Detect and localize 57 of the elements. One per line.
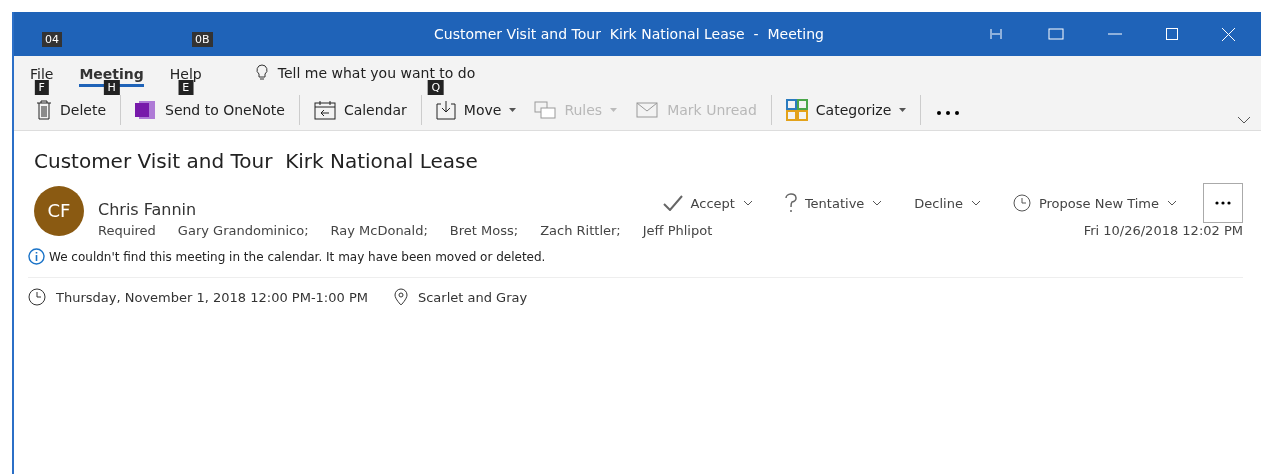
ribbon-button[interactable]: Send to OneNote xyxy=(127,96,293,124)
envelope-icon xyxy=(635,100,660,120)
window-title: Customer Visit and Tour Kirk National Lease - Meeting xyxy=(434,26,825,42)
caret-icon xyxy=(610,108,618,112)
ribbon-button[interactable]: Calendar xyxy=(305,96,415,124)
keytip-tooltip: H xyxy=(103,80,120,95)
maximize-icon[interactable] xyxy=(1166,28,1178,40)
location-pin-icon xyxy=(393,288,408,306)
close-icon[interactable] xyxy=(1222,27,1235,41)
calendar-icon xyxy=(313,100,336,120)
move-icon xyxy=(435,100,456,120)
ribbon-button[interactable]: Delete xyxy=(28,96,114,124)
info-icon xyxy=(28,248,45,265)
response-button[interactable]: Tentative xyxy=(778,192,889,214)
rules-icon xyxy=(534,100,557,120)
ellipsis-icon xyxy=(1215,201,1231,205)
keytip-tooltip: Q xyxy=(427,80,445,95)
caret-icon xyxy=(509,108,517,112)
sender-name[interactable]: Chris Fannin xyxy=(98,199,197,219)
meeting-subject: Customer Visit and Tour Kirk National Lease xyxy=(34,149,479,173)
trash-icon xyxy=(36,100,52,120)
chevron-down-icon xyxy=(970,200,981,206)
clock-icon xyxy=(28,288,46,306)
tell-me-field[interactable]: Tell me what you want to do xyxy=(277,64,476,81)
response-button[interactable]: Accept xyxy=(656,194,759,212)
caret-icon xyxy=(899,108,907,112)
ribbon-button[interactable]: Move xyxy=(427,96,525,124)
attendee-name[interactable]: Ray McDonald; xyxy=(330,223,428,238)
notebook-icon xyxy=(135,100,157,120)
chevron-down-icon xyxy=(1167,200,1177,206)
clock-icon xyxy=(1012,194,1031,212)
chevron-down-icon xyxy=(742,200,753,206)
ribbon-button[interactable]: Categorize xyxy=(777,95,915,125)
categories-icon xyxy=(785,99,808,121)
keytip-tooltip: F xyxy=(34,80,49,95)
sent-time: Fri 10/26/2018 12:02 PM xyxy=(1083,223,1243,238)
keytip: 0B xyxy=(192,31,213,47)
attendee-name[interactable]: Zach Rittler; xyxy=(540,223,621,238)
ellipsis-icon xyxy=(937,110,960,115)
chevron-down-icon xyxy=(872,200,883,206)
response-button[interactable]: Propose New Time xyxy=(1006,193,1183,213)
attendee-name[interactable]: Gary Grandominico; xyxy=(177,223,309,238)
window-icon[interactable] xyxy=(1048,28,1064,40)
lightbulb-icon xyxy=(255,64,268,81)
keytip: 04 xyxy=(42,31,62,47)
attendee-name[interactable]: Bret Moss; xyxy=(449,223,519,238)
attendee-name[interactable]: Jeff Phlipot xyxy=(642,223,713,238)
question-mark-icon xyxy=(784,193,797,213)
keytip-tooltip: E xyxy=(178,80,194,95)
meeting-time: Thursday, November 1, 2018 12:00 PM-1:00 PM xyxy=(56,289,368,305)
info-message: We couldn't find this meeting in the calendar. It may have been moved or deleted. xyxy=(49,249,546,264)
chevron-down-icon[interactable] xyxy=(1237,116,1251,124)
avatar: CF xyxy=(34,185,84,236)
required-label: Required xyxy=(98,223,156,238)
response-button[interactable]: Decline xyxy=(908,194,987,212)
checkmark-icon xyxy=(662,195,683,211)
meeting-location: Scarlet and Gray xyxy=(417,289,528,305)
